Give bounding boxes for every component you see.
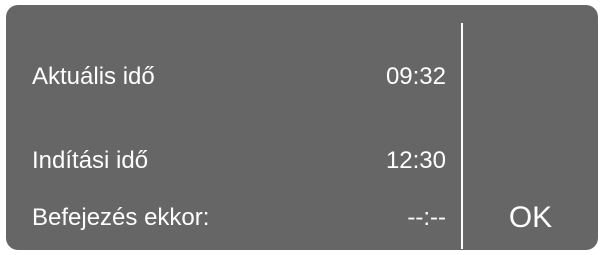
start-time-label: Indítási idő <box>32 147 149 174</box>
end-time-label: Befejezés ekkor: <box>32 204 210 231</box>
ok-button[interactable]: OK <box>463 201 598 235</box>
current-time-value: 09:32 <box>385 63 446 90</box>
end-time-value: --:-- <box>407 204 446 231</box>
start-time-value[interactable]: 12:30 <box>386 146 446 176</box>
display-screen: Aktuális idő 09:32 Indítási idő 12:30 Be… <box>6 5 598 250</box>
current-time-label: Aktuális idő <box>32 63 155 90</box>
